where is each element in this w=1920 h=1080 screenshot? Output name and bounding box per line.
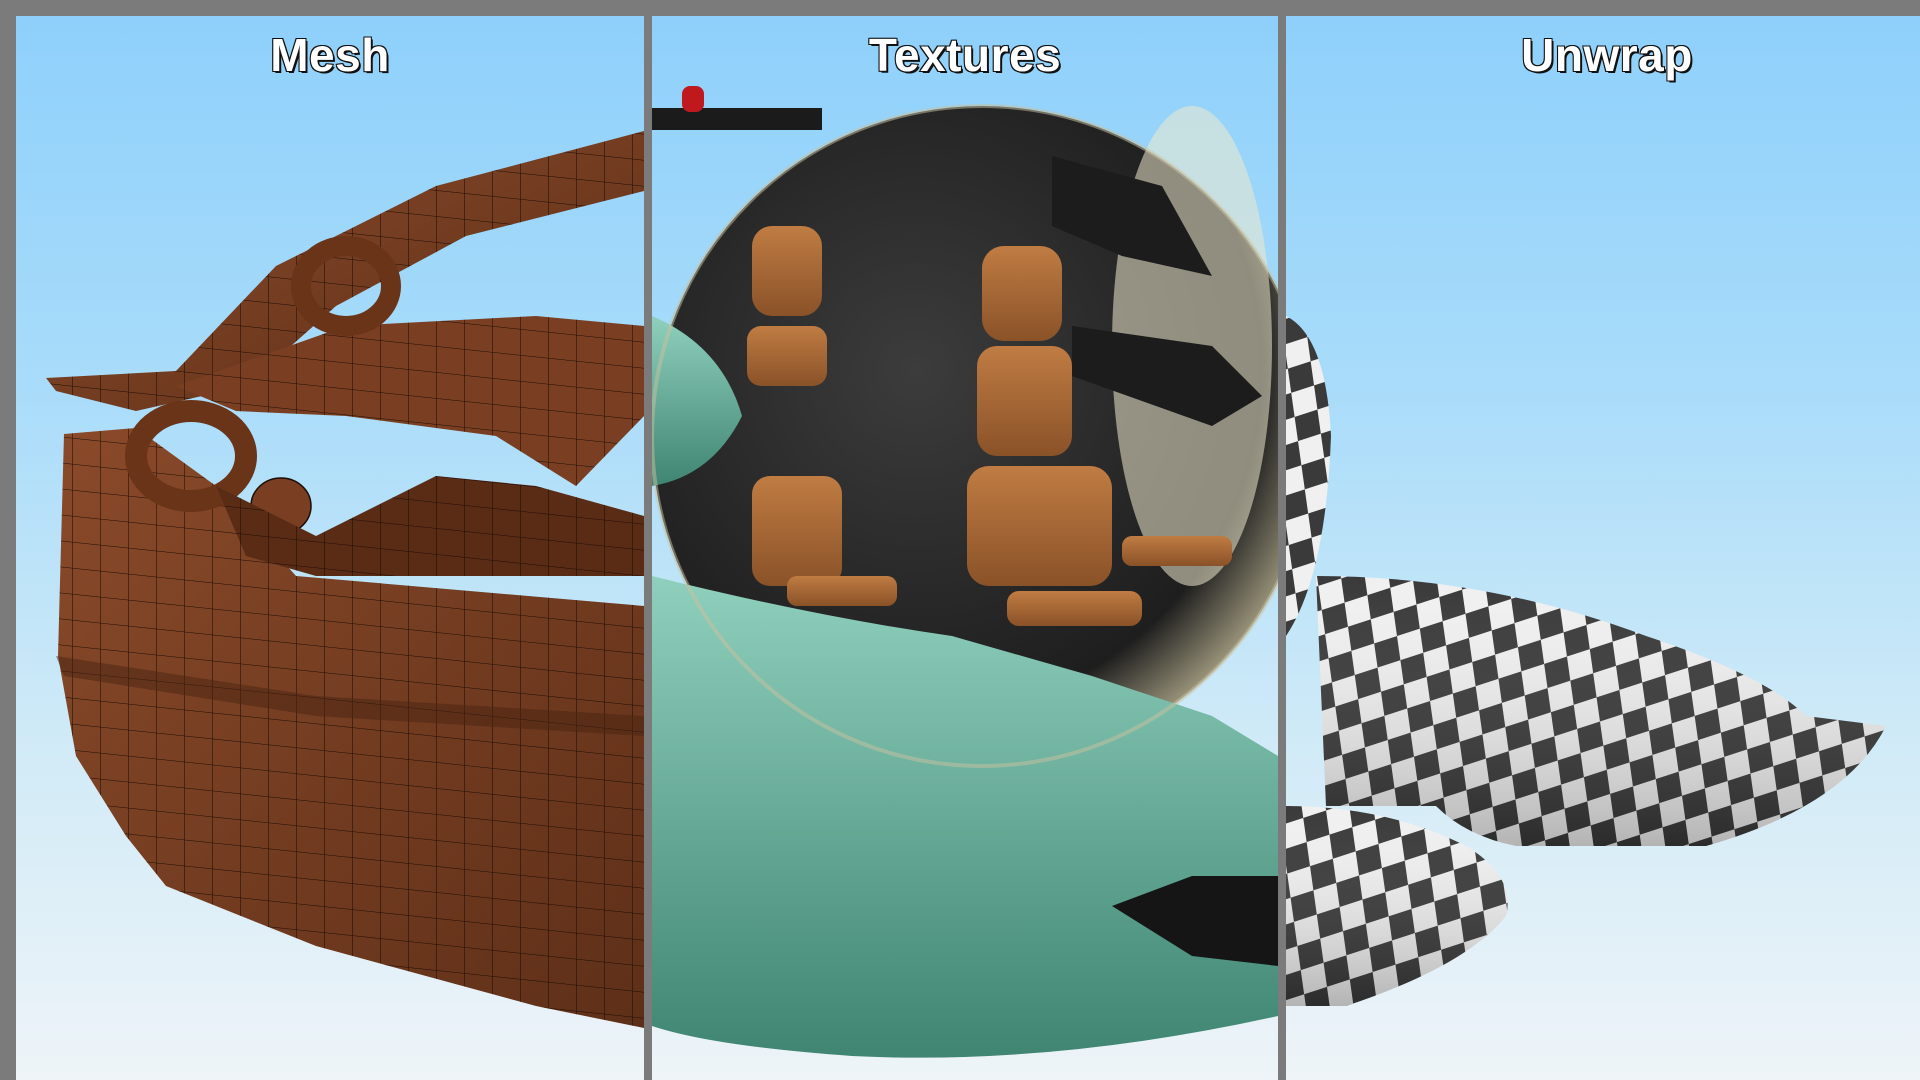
panel-divider-1 [644, 16, 652, 1080]
mesh-render [46, 131, 644, 1028]
panel-textures: Textures [652, 16, 1278, 1080]
panel-mesh: Mesh [16, 16, 644, 1080]
unwrap-render [1286, 316, 1886, 1006]
panel-divider-2 [1278, 16, 1286, 1080]
textures-render [652, 86, 1278, 1058]
viewport-frame: Mesh Textures Unwrap [0, 0, 1920, 1080]
panel-title-mesh: Mesh [269, 28, 390, 82]
panel-title-unwrap: Unwrap [1520, 28, 1693, 82]
panel-title-textures: Textures [868, 28, 1062, 82]
panel-unwrap: Unwrap [1286, 16, 1920, 1080]
